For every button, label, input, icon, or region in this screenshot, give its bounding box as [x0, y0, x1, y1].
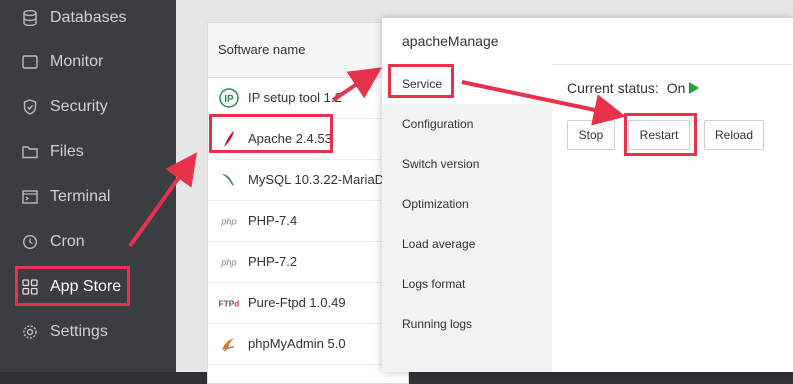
annotation-arrows — [128, 67, 626, 248]
arrow-app-store-to-apache — [128, 152, 197, 248]
arrow-apache-to-service — [331, 67, 382, 102]
arrow-service-to-restart — [461, 80, 626, 126]
